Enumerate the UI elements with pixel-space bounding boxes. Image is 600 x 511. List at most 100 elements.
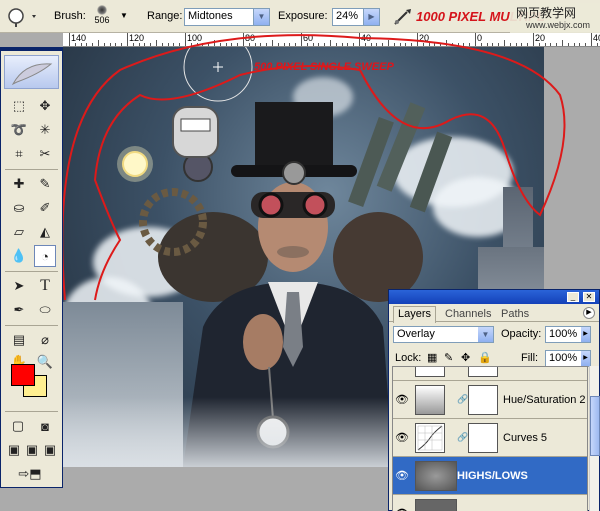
lock-all-icon[interactable]: 🔒	[478, 351, 492, 364]
slice-tool[interactable]: ✂	[34, 143, 56, 165]
airbrush-toggle[interactable]	[392, 7, 414, 27]
history-brush-tool[interactable]: ✐	[34, 197, 56, 219]
layer-name: Curves 5	[503, 432, 548, 444]
path-selection-tool[interactable]: ➤	[8, 275, 30, 297]
ruler-number: 60	[303, 33, 314, 43]
panel-menu-icon[interactable]: ▶	[583, 307, 595, 319]
eraser-tool[interactable]: ▱	[8, 221, 30, 243]
screen-mode-full-menu[interactable]: ▣	[23, 439, 41, 461]
screen-mode-full[interactable]: ▣	[41, 439, 59, 461]
shape-tool[interactable]: ⬭	[34, 299, 56, 321]
ruler-tick	[150, 43, 152, 46]
layer-row-selected[interactable]: 👁 HIGHS/LOWS	[393, 457, 587, 495]
watermark-title: 网页教学网	[516, 6, 577, 20]
lock-transparent-icon[interactable]: ▦	[427, 351, 437, 364]
lock-image-icon[interactable]: ✎	[444, 351, 453, 364]
ruler-tick	[550, 43, 552, 46]
jump-to-imageready[interactable]: ⇨⬒	[7, 463, 53, 485]
ruler-tick	[277, 43, 279, 46]
ruler-tick	[509, 43, 511, 46]
chevron-down-icon: ▼	[478, 327, 493, 342]
minimize-button[interactable]: _	[567, 292, 579, 302]
magic-wand-tool[interactable]: ✳	[34, 119, 56, 141]
layer-thumbnail	[415, 461, 457, 491]
panel-title-bar[interactable]: _ ✕	[389, 290, 599, 304]
layer-name: Hue/Saturation 2	[503, 394, 586, 406]
layer-row[interactable]: 👁 🔗 Hue/Saturation 2	[393, 381, 587, 419]
brush-preset-picker[interactable]: 506	[87, 3, 117, 31]
marquee-tool[interactable]: ⬚	[8, 95, 30, 117]
move-tool[interactable]: ✥	[34, 95, 56, 117]
ruler-tick	[80, 43, 82, 46]
eyedropper-icon: ⌀	[41, 332, 49, 347]
eye-icon[interactable]: 👁	[395, 469, 409, 483]
ruler-tick	[214, 40, 215, 46]
ruler-tick	[109, 43, 111, 46]
eye-icon[interactable]: 👁	[395, 393, 409, 407]
tab-layers[interactable]: Layers	[393, 306, 437, 323]
layer-name: HIGHS/LOWS	[457, 470, 528, 482]
close-button[interactable]: ✕	[583, 292, 595, 302]
brush-tool[interactable]: ✎	[34, 173, 56, 195]
hue-saturation-adjustment-icon	[415, 385, 445, 415]
ruler-number: 40	[361, 33, 372, 43]
exposure-field[interactable]: 24% ▶	[332, 8, 380, 26]
arrow-icon: ➤	[13, 278, 25, 293]
airbrush-icon	[394, 9, 411, 25]
layer-row[interactable]: 👁	[393, 495, 587, 511]
tool-preset-picker[interactable]	[4, 6, 40, 28]
notes-tool[interactable]: ▤	[8, 329, 30, 351]
brush-icon: ✎	[39, 176, 51, 191]
clone-stamp-tool[interactable]: ⛀	[8, 197, 30, 219]
eye-icon[interactable]: 👁	[395, 431, 409, 445]
ruler-tick	[330, 40, 331, 46]
ruler-tick	[405, 43, 407, 46]
layer-thumbnail	[415, 367, 445, 377]
blend-mode-select[interactable]: Overlay ▼	[393, 326, 494, 343]
brush-size: 506	[94, 15, 110, 25]
opacity-label: Opacity:	[501, 328, 542, 340]
eyedropper-tool[interactable]: ⌀	[34, 329, 56, 351]
chevron-down-icon[interactable]: ▼	[120, 11, 128, 20]
layers-scrollbar[interactable]	[589, 366, 600, 511]
screen-mode-standard[interactable]: ▣	[5, 439, 23, 461]
dodge-icon: ◔	[41, 248, 49, 264]
lasso-tool[interactable]: ➰	[8, 119, 30, 141]
layer-mask-thumbnail	[468, 367, 498, 377]
feather-logo[interactable]	[4, 55, 59, 89]
lock-position-icon[interactable]: ✥	[461, 351, 470, 364]
marquee-icon: ⬚	[12, 98, 26, 113]
zoom-tool[interactable]: 🔍	[34, 351, 56, 373]
range-select[interactable]: Midtones ▼	[184, 8, 270, 26]
blend-mode-value: Overlay	[397, 328, 435, 340]
ruler-tick	[190, 43, 192, 46]
tab-channels[interactable]: Channels	[441, 307, 495, 322]
eye-icon[interactable]: 👁	[395, 507, 409, 511]
ruler-tick	[86, 43, 88, 46]
foreground-color-swatch[interactable]	[11, 364, 35, 386]
quick-mask-button[interactable]: ◙	[34, 415, 56, 437]
ruler-tick	[121, 43, 123, 46]
dodge-tool[interactable]: ◔	[34, 245, 56, 267]
tab-paths[interactable]: Paths	[497, 307, 533, 322]
scroll-thumb[interactable]	[590, 396, 600, 456]
chevron-right-icon: ▶	[581, 351, 590, 366]
screen-mode-icon: ▣	[43, 442, 57, 457]
standard-mode-button[interactable]: ▢	[7, 415, 29, 437]
opacity-field[interactable]: 100% ▶	[545, 326, 591, 343]
paint-bucket-tool[interactable]: ◭	[34, 221, 56, 243]
crop-tool[interactable]: ⌗	[8, 143, 30, 165]
blur-tool[interactable]: 💧	[8, 245, 30, 267]
fill-field[interactable]: 100% ▶	[545, 350, 591, 367]
layer-row[interactable]	[393, 367, 587, 381]
healing-brush-tool[interactable]: ✚	[8, 173, 30, 195]
ruler-tick	[521, 43, 523, 46]
ruler-tick	[167, 43, 169, 46]
ruler-tick	[463, 43, 465, 46]
layer-row[interactable]: 👁 🔗 Curves 5	[393, 419, 587, 457]
brush-label: Brush:	[54, 10, 86, 22]
pen-tool[interactable]: ✒	[8, 299, 30, 321]
ruler-tick	[579, 43, 581, 46]
ruler-tick	[335, 43, 337, 46]
type-tool[interactable]: T	[34, 275, 56, 297]
